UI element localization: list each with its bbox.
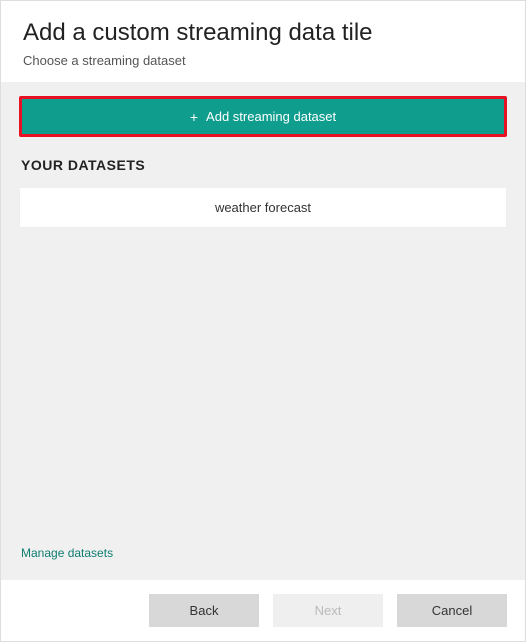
back-button[interactable]: Back [149,594,259,627]
dialog-title: Add a custom streaming data tile [23,19,503,47]
dataset-item-label: weather forecast [215,200,311,215]
spacer [19,228,507,546]
add-dataset-highlight: + Add streaming dataset [19,96,507,137]
manage-datasets-link[interactable]: Manage datasets [21,546,507,560]
dialog-footer: Back Next Cancel [1,580,525,641]
add-streaming-dataset-label: Add streaming dataset [206,109,336,124]
your-datasets-heading: YOUR DATASETS [21,157,507,173]
plus-icon: + [190,110,198,124]
dialog-subtitle: Choose a streaming dataset [23,53,503,68]
cancel-button[interactable]: Cancel [397,594,507,627]
dataset-item[interactable]: weather forecast [19,187,507,228]
next-button: Next [273,594,383,627]
dialog-header: Add a custom streaming data tile Choose … [1,1,525,82]
main-panel: + Add streaming dataset YOUR DATASETS we… [1,82,525,580]
add-streaming-dataset-button[interactable]: + Add streaming dataset [22,99,504,134]
